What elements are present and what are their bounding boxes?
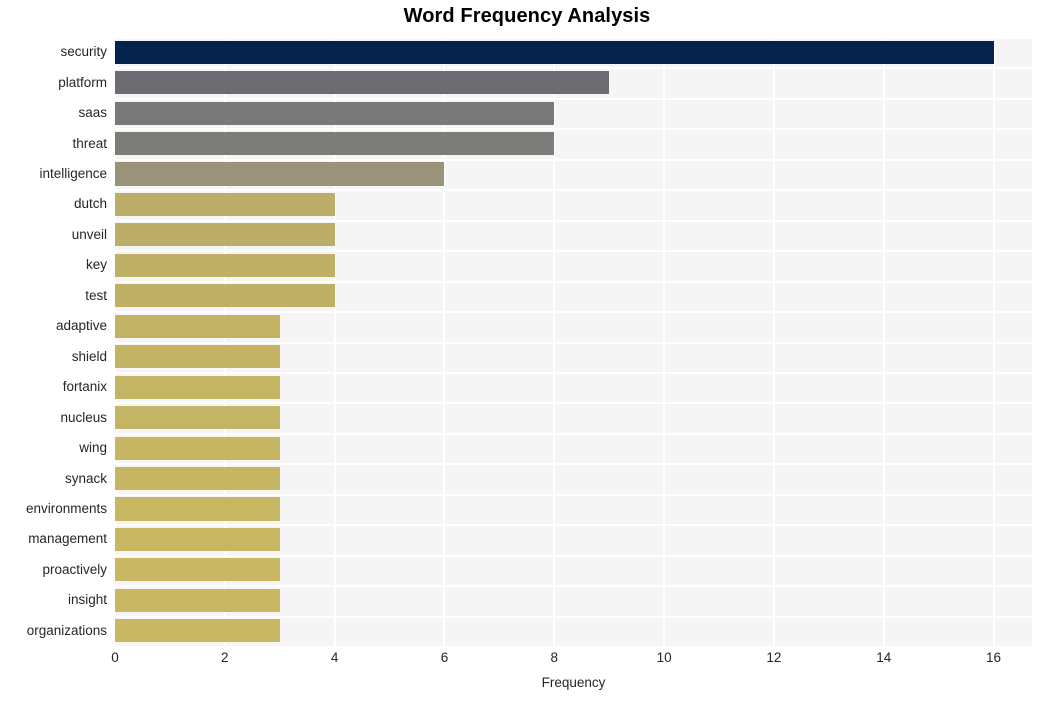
y-tick-label-intelligence: intelligence [39,166,107,182]
y-tick-label-nucleus: nucleus [60,409,107,425]
gridline-y [115,372,1032,374]
x-tick-label-12: 12 [766,650,782,665]
gridline-y [115,616,1032,618]
y-tick-label-security: security [60,44,107,60]
y-tick-label-organizations: organizations [26,622,107,638]
bar-shield[interactable] [115,345,280,369]
gridline-y [115,189,1032,191]
gridline-y [115,128,1032,130]
gridline-y [115,342,1032,344]
x-tick-label-8: 8 [550,650,559,665]
y-tick-label-saas: saas [78,105,107,121]
bar-threat[interactable] [115,132,555,156]
x-axis-title: Frequency [541,675,606,690]
plot-area [115,37,1032,646]
gridline-y [115,281,1032,283]
gridline-y [115,250,1032,252]
bar-platform[interactable] [115,71,610,95]
x-tick-label-16: 16 [986,650,1002,665]
gridline-y [115,463,1032,465]
gridline-y [115,159,1032,161]
gridline-y [115,311,1032,313]
bar-synack[interactable] [115,466,280,491]
y-tick-label-test: test [85,287,107,303]
gridline-y [115,433,1032,435]
bar-dutch[interactable] [115,192,335,217]
bar-unveil[interactable] [115,223,335,247]
gridline-y [115,37,1032,39]
y-tick-label-synack: synack [64,470,107,486]
x-tick-label-4: 4 [330,650,339,665]
bar-security[interactable] [115,40,994,64]
y-tick-label-dutch: dutch [73,196,107,212]
gridline-y [115,555,1032,557]
bar-environments[interactable] [115,497,280,521]
gridline-y [115,67,1032,69]
x-axis-tick-labels: 0 2 4 6 8 10 12 14 16 [111,650,1032,670]
y-tick-label-unveil: unveil [71,226,107,242]
y-tick-label-platform: platform [58,74,107,90]
chart-title: Word Frequency Analysis [403,5,651,27]
y-tick-label-threat: threat [72,135,107,151]
bar-organizations[interactable] [115,619,280,643]
bar-test[interactable] [115,284,335,308]
gridline-y [115,220,1032,222]
bar-wing[interactable] [115,436,280,460]
y-tick-label-shield: shield [71,348,107,364]
gridline-y [115,585,1032,587]
gridline-y [115,98,1032,100]
y-tick-label-insight: insight [67,592,107,608]
x-tick-label-2: 2 [221,650,229,665]
y-tick-label-management: management [28,531,107,547]
x-tick-label-6: 6 [440,650,449,665]
y-tick-label-wing: wing [79,440,107,456]
y-tick-label-key: key [85,257,107,273]
y-tick-label-fortanix: fortanix [62,379,107,395]
bar-adaptive[interactable] [115,314,280,338]
y-tick-label-adaptive: adaptive [55,318,107,334]
y-tick-label-environments: environments [25,500,107,516]
bar-key[interactable] [115,253,335,277]
bar-proactively[interactable] [115,558,280,582]
x-tick-label-0: 0 [111,650,119,665]
bar-nucleus[interactable] [115,406,280,430]
word-frequency-chart: Word Frequency Analysis security platform… [0,0,1054,701]
bar-insight[interactable] [115,588,280,612]
x-tick-label-10: 10 [656,650,672,665]
y-tick-label-proactively: proactively [42,561,107,577]
bar-management[interactable] [115,527,280,551]
bar-fortanix[interactable] [115,375,280,399]
gridline-y [115,524,1032,526]
x-tick-label-14: 14 [876,650,892,665]
bar-intelligence[interactable] [115,162,445,186]
bar-saas[interactable] [115,101,555,125]
gridline-y [115,402,1032,404]
y-axis-tick-labels: security platform saas threat intelligence du… [0,37,107,646]
gridline-y [115,494,1032,496]
